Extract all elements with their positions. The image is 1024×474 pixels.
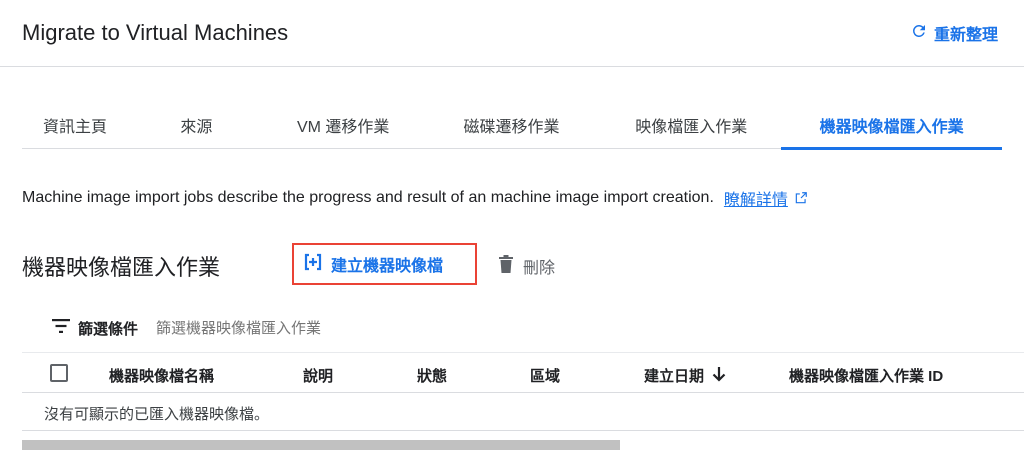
- delete-button[interactable]: 刪除: [498, 254, 555, 278]
- page-title: Migrate to Virtual Machines: [22, 20, 289, 45]
- external-link-icon: [794, 191, 808, 205]
- tab-dashboard[interactable]: 資訊主頁: [22, 100, 128, 149]
- tab-sources[interactable]: 來源: [128, 100, 265, 149]
- arrow-down-icon: [712, 366, 726, 386]
- horizontal-scrollbar[interactable]: [22, 440, 620, 450]
- page-header: Migrate to Virtual Machines 重新整理: [0, 0, 1024, 67]
- tab-bar: 資訊主頁 來源 VM 遷移作業 磁碟遷移作業 映像檔匯入作業 機器映像檔匯入作業: [22, 100, 1002, 150]
- add-box-icon: [303, 252, 323, 277]
- description-text: Machine image import jobs describe the p…: [22, 189, 714, 206]
- create-machine-image-button[interactable]: 建立機器映像檔: [292, 243, 477, 285]
- tab-image-imports[interactable]: 映像檔匯入作業: [601, 100, 781, 149]
- tab-machine-image-imports[interactable]: 機器映像檔匯入作業: [781, 100, 1002, 150]
- column-header-region[interactable]: 區域: [530, 365, 560, 386]
- column-header-status[interactable]: 狀態: [417, 365, 447, 386]
- tab-disk-migrations[interactable]: 磁碟遷移作業: [422, 100, 602, 149]
- trash-icon: [498, 254, 514, 278]
- filter-icon: [52, 318, 70, 338]
- refresh-icon: [910, 22, 928, 45]
- refresh-label: 重新整理: [933, 27, 998, 44]
- column-header-created-date[interactable]: 建立日期: [644, 365, 726, 386]
- create-button-label: 建立機器映像檔: [331, 258, 444, 275]
- refresh-button[interactable]: 重新整理: [910, 21, 998, 45]
- delete-button-label: 刪除: [523, 260, 556, 277]
- filter-bar: 篩選條件: [22, 306, 1024, 350]
- page-description: Machine image import jobs describe the p…: [22, 186, 808, 210]
- tab-vm-migrations[interactable]: VM 遷移作業: [265, 100, 422, 149]
- table-header: 機器映像檔名稱 說明 狀態 區域 建立日期 機器映像檔匯入作業 ID: [22, 352, 1024, 393]
- column-header-name[interactable]: 機器映像檔名稱: [109, 365, 214, 386]
- empty-message: 沒有可顯示的已匯入機器映像檔。: [44, 406, 270, 423]
- filter-input[interactable]: [156, 319, 457, 337]
- select-all-checkbox[interactable]: [50, 364, 68, 382]
- column-header-description[interactable]: 說明: [303, 365, 333, 386]
- section-title: 機器映像檔匯入作業: [22, 255, 221, 280]
- empty-table-row: 沒有可顯示的已匯入機器映像檔。: [22, 393, 1024, 431]
- column-header-job-id[interactable]: 機器映像檔匯入作業 ID: [789, 365, 943, 386]
- filter-label: 篩選條件: [78, 320, 139, 338]
- learn-more-link[interactable]: 瞭解詳情: [724, 186, 788, 210]
